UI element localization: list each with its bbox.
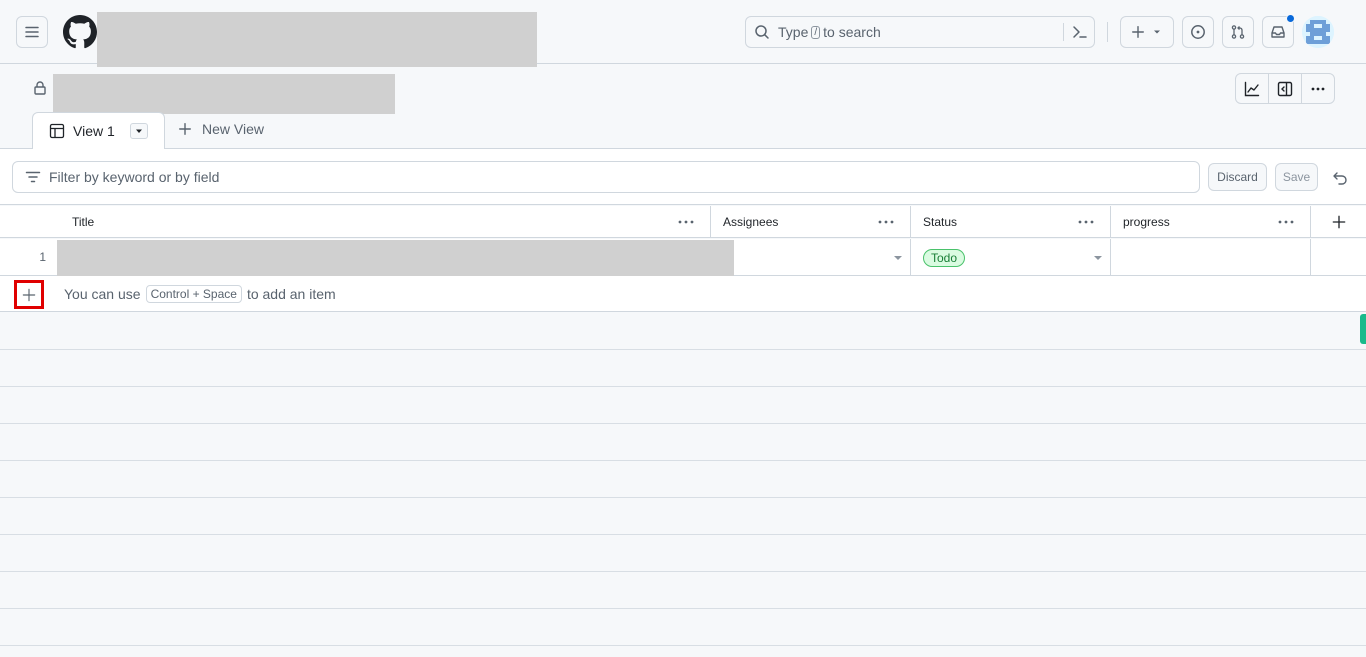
column-header-progress[interactable]: progress xyxy=(1111,206,1311,238)
search-placeholder-prefix: Type xyxy=(778,24,809,40)
issues-button[interactable] xyxy=(1182,16,1214,48)
empty-row-line xyxy=(0,349,1366,350)
inbox-icon xyxy=(1271,26,1285,38)
column-header-label: Status xyxy=(923,215,958,229)
add-item-button[interactable] xyxy=(14,280,44,309)
status-cell[interactable]: Todo xyxy=(911,239,1111,276)
global-header: Type / to search xyxy=(0,0,1366,67)
search-icon xyxy=(755,25,769,39)
plus-icon xyxy=(1332,215,1345,229)
hint-prefix: You can use xyxy=(64,286,141,302)
terminal-icon xyxy=(1073,26,1087,38)
column-header-assignees[interactable]: Assignees xyxy=(711,206,911,238)
triangle-down-icon xyxy=(136,129,142,133)
row-number-header xyxy=(0,206,60,238)
column-header-title[interactable]: Title xyxy=(60,206,711,238)
plus-icon xyxy=(22,288,36,301)
filter-icon xyxy=(25,171,41,183)
graph-icon xyxy=(1244,81,1260,96)
column-menu-button[interactable] xyxy=(1278,220,1294,224)
filter-bar: Filter by keyword or by field Discard Sa… xyxy=(0,149,1366,205)
undo-button[interactable] xyxy=(1332,170,1348,186)
column-menu-button[interactable] xyxy=(878,220,894,224)
project-actions xyxy=(1235,73,1335,104)
project-title-redacted xyxy=(53,74,395,114)
insights-button[interactable] xyxy=(1236,74,1269,103)
progress-cell[interactable] xyxy=(1111,239,1311,276)
git-pull-request-icon xyxy=(1231,25,1245,39)
hint-suffix: to add an item xyxy=(246,286,336,302)
issue-opened-icon xyxy=(1191,25,1205,39)
filter-input[interactable]: Filter by keyword or by field xyxy=(12,161,1200,193)
side-panel-button[interactable] xyxy=(1269,74,1302,103)
more-options-button[interactable] xyxy=(1302,74,1334,103)
filter-placeholder: Filter by keyword or by field xyxy=(49,169,220,185)
table-icon xyxy=(49,123,65,139)
search-divider xyxy=(1063,23,1064,41)
chevron-down-icon xyxy=(1094,256,1102,260)
kebab-horizontal-icon xyxy=(678,220,694,224)
add-field-button[interactable] xyxy=(1311,206,1366,238)
header-separator xyxy=(1107,22,1108,42)
sidebar-expand-icon xyxy=(1277,81,1293,96)
add-item-hint: You can use Control + Space to add an it… xyxy=(64,285,336,303)
tab-label: View 1 xyxy=(73,123,115,139)
menu-button[interactable] xyxy=(16,16,48,48)
kebab-horizontal-icon xyxy=(1278,220,1294,224)
kebab-horizontal-icon xyxy=(878,220,894,224)
empty-row-line xyxy=(0,645,1366,646)
kebab-horizontal-icon xyxy=(1078,220,1094,224)
pull-requests-button[interactable] xyxy=(1222,16,1254,48)
breadcrumb-redacted xyxy=(97,12,537,67)
add-item-row: You can use Control + Space to add an it… xyxy=(0,276,1366,312)
empty-row-line xyxy=(0,534,1366,535)
undo-icon xyxy=(1333,172,1347,185)
assignees-cell[interactable] xyxy=(711,239,911,276)
column-menu-button[interactable] xyxy=(678,220,694,224)
column-header-status[interactable]: Status xyxy=(911,206,1111,238)
new-view-button[interactable]: New View xyxy=(178,121,264,137)
empty-row-line xyxy=(0,460,1366,461)
hamburger-icon xyxy=(25,26,39,38)
column-menu-button[interactable] xyxy=(1078,220,1094,224)
search-input[interactable]: Type / to search xyxy=(745,16,1095,48)
empty-row-line xyxy=(0,608,1366,609)
table-header: Title Assignees Status progress xyxy=(0,206,1366,238)
search-placeholder-suffix: to search xyxy=(823,24,881,40)
github-logo-icon[interactable] xyxy=(63,15,97,49)
plus-icon xyxy=(1132,26,1144,38)
notification-indicator xyxy=(1286,14,1295,23)
empty-row-line xyxy=(0,423,1366,424)
row-number: 1 xyxy=(39,250,46,264)
new-view-label: New View xyxy=(202,121,264,137)
scrollbar-thumb[interactable] xyxy=(1360,314,1366,344)
create-new-button[interactable] xyxy=(1120,16,1174,48)
chevron-down-icon xyxy=(894,256,902,260)
avatar[interactable] xyxy=(1302,16,1334,48)
view-options-dropdown[interactable] xyxy=(130,123,148,139)
search-shortcut-key: / xyxy=(811,25,821,39)
chevron-down-icon xyxy=(1154,30,1160,34)
column-header-label: Assignees xyxy=(723,215,779,229)
keyboard-shortcut: Control + Space xyxy=(145,285,242,303)
tab-view-1[interactable]: View 1 xyxy=(32,112,165,149)
command-palette-button[interactable] xyxy=(1072,24,1088,40)
status-badge: Todo xyxy=(923,249,966,267)
row-title-redacted[interactable] xyxy=(57,240,734,280)
empty-row-line xyxy=(0,386,1366,387)
lock-icon xyxy=(32,80,48,96)
empty-row-line xyxy=(0,497,1366,498)
plus-icon xyxy=(179,123,191,135)
kebab-horizontal-icon xyxy=(1311,87,1325,90)
column-header-label: Title xyxy=(72,215,95,229)
discard-button[interactable]: Discard xyxy=(1208,163,1267,191)
table-row[interactable]: 1 Todo xyxy=(0,239,1366,280)
empty-row-line xyxy=(0,571,1366,572)
save-button[interactable]: Save xyxy=(1275,163,1318,191)
column-header-label: progress xyxy=(1123,215,1170,229)
